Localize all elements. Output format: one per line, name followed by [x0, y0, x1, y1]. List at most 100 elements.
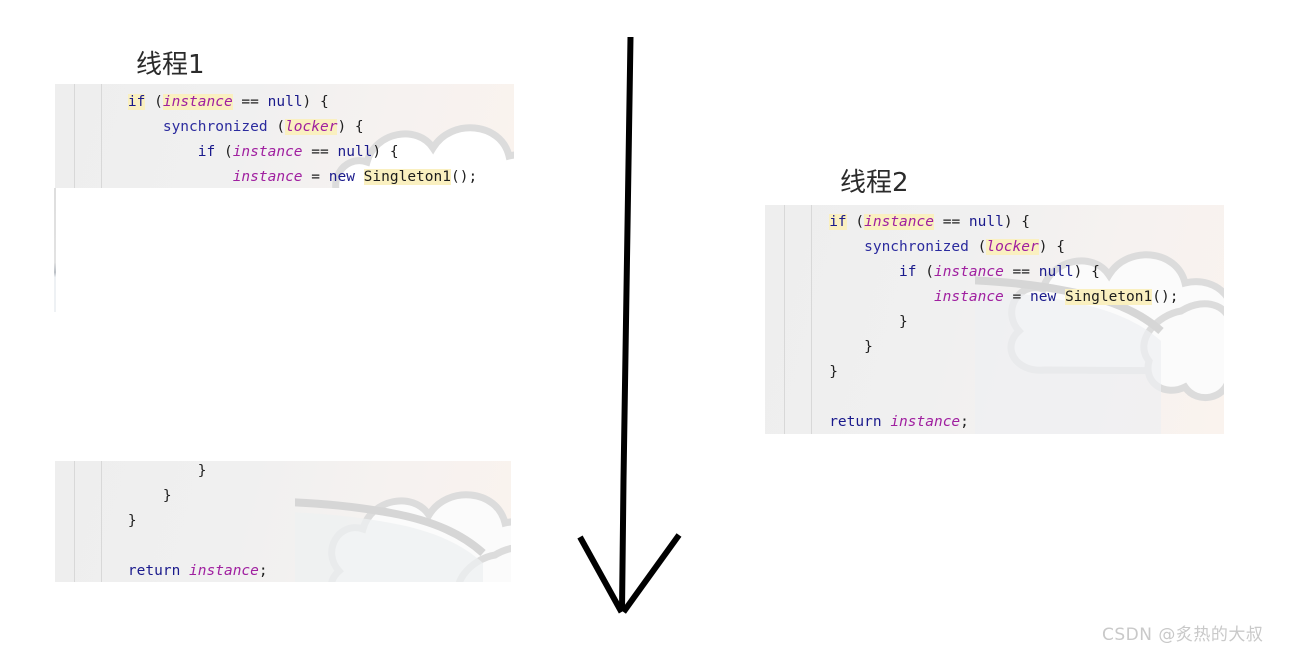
code-token: instance: [890, 414, 961, 430]
code-line: }: [803, 310, 1224, 335]
code-token: (: [968, 239, 987, 255]
gutter-divider-1: [784, 205, 785, 434]
code-token: ) {: [302, 94, 329, 110]
code-line: synchronized (locker) {: [803, 235, 1224, 260]
code-token: ) {: [372, 144, 399, 160]
code-line: instance = new Singleton1();: [803, 285, 1224, 310]
code-token: (: [916, 264, 934, 280]
code-token: synchronized: [864, 239, 969, 255]
thread1-code-bottom-lines: } } } return instance;: [93, 461, 511, 582]
code-line: if (instance == null) {: [93, 90, 514, 115]
gutter-divider-1: [74, 461, 75, 582]
thread1-title: 线程1: [136, 50, 205, 80]
code-token: ) {: [1073, 264, 1100, 280]
thread1-code-top-lines: if (instance == null) { synchronized (lo…: [93, 90, 514, 188]
code-token: ) {: [1003, 214, 1031, 230]
code-token: ;: [258, 563, 268, 579]
code-token: (: [215, 144, 233, 160]
code-token: ==: [1003, 264, 1039, 280]
code-line: if (instance == null) {: [93, 140, 514, 165]
code-token: (: [846, 214, 865, 230]
code-token: synchronized: [162, 119, 268, 135]
code-token: instance: [162, 94, 233, 110]
code-line: if (instance == null) {: [803, 260, 1224, 285]
thread1-code-top-panel: if (instance == null) { synchronized (lo…: [55, 84, 514, 188]
code-token: return: [829, 414, 882, 430]
code-line: }: [803, 360, 1224, 385]
code-line: }: [93, 509, 511, 534]
code-token: null: [968, 214, 1004, 230]
code-token: }: [162, 488, 172, 504]
code-token: return: [127, 563, 181, 579]
code-line: if (instance == null) {: [803, 210, 1224, 235]
code-token: new: [1030, 289, 1057, 305]
code-token: null: [267, 94, 303, 110]
code-token: (: [267, 119, 286, 135]
code-token: Singleton1: [1064, 289, 1153, 305]
code-token: locker: [285, 119, 338, 135]
code-token: ==: [302, 144, 338, 160]
code-token: Singleton1: [363, 169, 451, 185]
code-token: null: [1038, 264, 1074, 280]
thread1-gutter-continuation: [54, 188, 56, 312]
code-token: ==: [232, 94, 268, 110]
code-token: =: [302, 169, 329, 185]
code-token: ) {: [1038, 239, 1065, 255]
thread2-code-panel: if (instance == null) { synchronized (lo…: [765, 205, 1224, 434]
csdn-watermark: CSDN @炙热的大叔: [1102, 625, 1264, 645]
code-line: synchronized (locker) {: [93, 115, 514, 140]
code-token: instance: [232, 169, 303, 185]
downward-time-arrow: [577, 36, 682, 614]
code-line: return instance;: [93, 559, 511, 582]
code-token: (: [145, 94, 163, 110]
code-token: null: [337, 144, 373, 160]
thread2-title: 线程2: [840, 168, 909, 198]
code-token: }: [864, 339, 873, 355]
code-line: }: [93, 461, 511, 484]
code-token: if: [197, 144, 216, 160]
code-token: if: [899, 264, 917, 280]
diagram-canvas: 线程1 if (instance == null) { synchronized…: [0, 0, 1290, 650]
code-token: instance: [232, 144, 303, 160]
code-token: instance: [189, 563, 259, 579]
code-token: }: [197, 463, 207, 479]
gutter-divider-1: [74, 84, 75, 188]
code-token: instance: [933, 289, 1004, 305]
code-token: locker: [986, 239, 1039, 255]
code-token: if: [829, 214, 847, 230]
code-line: }: [803, 335, 1224, 360]
code-line: }: [93, 484, 511, 509]
code-token: new: [328, 169, 355, 185]
code-token: ==: [933, 214, 969, 230]
code-line: return instance;: [803, 410, 1224, 434]
code-token: instance: [933, 264, 1004, 280]
code-token: ();: [450, 169, 478, 185]
code-token: if: [127, 94, 146, 110]
code-token: ;: [960, 414, 969, 430]
thread1-code-bottom-panel: } } } return instance;: [55, 461, 511, 582]
code-token: ) {: [337, 119, 364, 135]
code-token: }: [127, 513, 137, 529]
code-token: instance: [864, 214, 934, 230]
code-token: =: [1003, 289, 1030, 305]
